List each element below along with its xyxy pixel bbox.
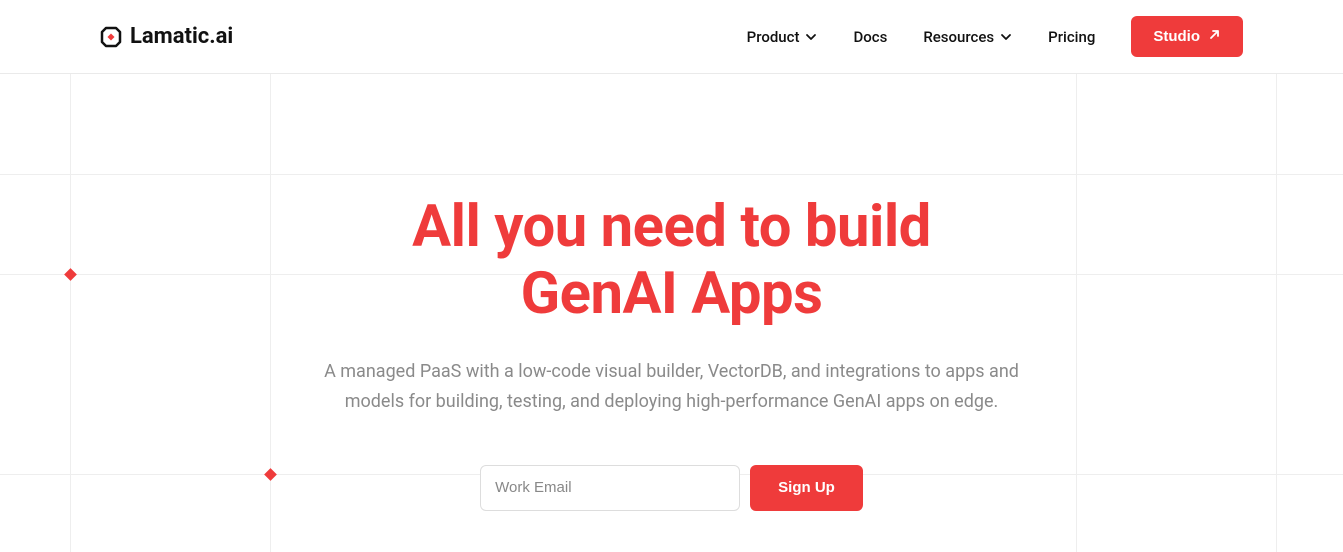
chevron-down-icon [1000, 31, 1012, 43]
hero-title-line2: GenAI Apps [521, 260, 823, 328]
arrow-up-right-icon [1208, 28, 1221, 45]
brand-name: Lamatic.ai [130, 24, 233, 49]
nav-item-pricing[interactable]: Pricing [1048, 28, 1095, 46]
brand-logo-icon [100, 26, 122, 48]
signup-form: Sign Up [0, 465, 1343, 511]
work-email-input[interactable] [480, 465, 740, 511]
nav-label: Pricing [1048, 28, 1095, 46]
site-header: Lamatic.ai Product Docs Resources Pricin… [0, 0, 1343, 74]
hero-title: All you need to build GenAI Apps [0, 194, 1343, 327]
studio-button-label: Studio [1153, 28, 1200, 45]
nav-label: Docs [853, 28, 887, 46]
brand-logo[interactable]: Lamatic.ai [100, 24, 233, 49]
nav-item-resources[interactable]: Resources [923, 28, 1012, 46]
nav-label: Product [747, 28, 800, 46]
hero-subtitle: A managed PaaS with a low-code visual bu… [312, 357, 1032, 416]
hero-title-line1: All you need to build [412, 193, 931, 261]
nav-item-product[interactable]: Product [747, 28, 818, 46]
main-nav: Product Docs Resources Pricing Studio [747, 16, 1243, 57]
nav-label: Resources [923, 28, 994, 46]
signup-button[interactable]: Sign Up [750, 465, 863, 511]
nav-item-docs[interactable]: Docs [853, 28, 887, 46]
hero-section: All you need to build GenAI Apps A manag… [0, 74, 1343, 511]
signup-button-label: Sign Up [778, 479, 835, 496]
chevron-down-icon [805, 31, 817, 43]
studio-button[interactable]: Studio [1131, 16, 1243, 57]
